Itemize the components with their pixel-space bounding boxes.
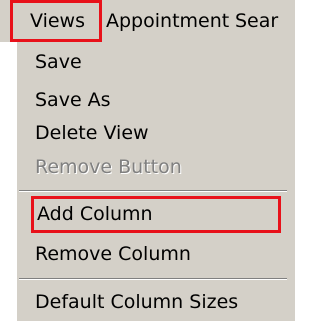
menu-appointment[interactable]: Appointment — [106, 0, 229, 42]
menu-item-delete-view[interactable]: Delete View — [17, 117, 295, 149]
menu-item-save[interactable]: Save — [17, 46, 295, 78]
menu-separator — [19, 190, 287, 192]
menu-item-default-column-sizes[interactable]: Default Column Sizes — [17, 286, 295, 318]
menu-bar: Views Appointment Sear — [0, 0, 295, 42]
views-dropdown-menu: Save Save As Delete View Remove Button A… — [15, 42, 295, 321]
menu-item-save-as[interactable]: Save As — [17, 84, 295, 116]
menu-item-remove-button: Remove Button — [35, 156, 182, 178]
menu-separator — [19, 278, 287, 280]
menu-item-add-column[interactable]: Add Column — [31, 196, 281, 233]
menu-item-remove-column[interactable]: Remove Column — [17, 238, 295, 270]
menu-search[interactable]: Sear — [235, 0, 278, 42]
menu-views[interactable]: Views — [10, 0, 102, 42]
